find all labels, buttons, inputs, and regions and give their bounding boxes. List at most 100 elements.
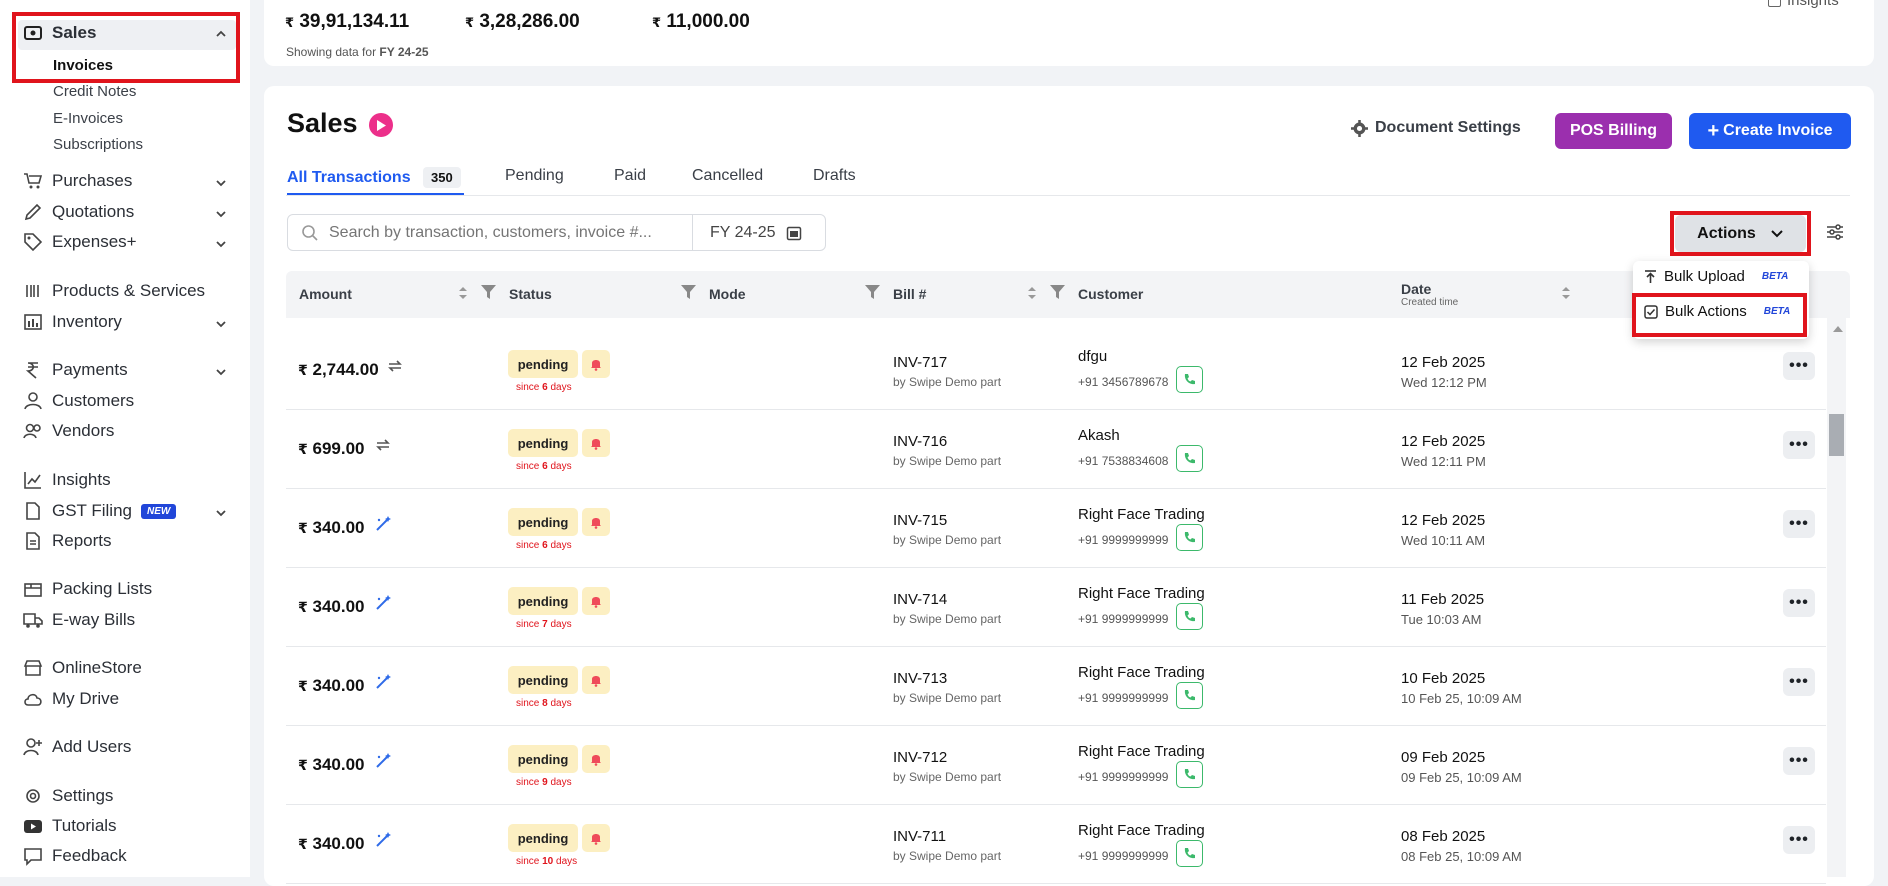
bill-number[interactable]: INV-713: [893, 670, 947, 687]
sidebar-item-quotations[interactable]: Quotations: [22, 201, 134, 223]
phone-icon[interactable]: [1176, 603, 1203, 630]
column-header-customer[interactable]: Customer: [1078, 286, 1143, 302]
column-header-amount[interactable]: Amount: [299, 286, 352, 302]
sort-icon[interactable]: [458, 285, 468, 301]
sidebar-item-gst-filing[interactable]: GST Filing NEW: [22, 500, 177, 522]
tab-paid[interactable]: Paid: [614, 167, 646, 185]
sidebar-item-feedback[interactable]: Feedback: [22, 845, 127, 867]
filter-icon[interactable]: [1050, 285, 1065, 299]
sidebar-item-my-drive[interactable]: My Drive: [22, 688, 119, 710]
table-row[interactable]: ₹ 699.00 pending since 6 days INV-716 by…: [286, 410, 1826, 489]
sidebar-item-settings[interactable]: Settings: [22, 785, 113, 807]
bell-icon[interactable]: [582, 508, 610, 536]
sidebar-sub-e-invoices[interactable]: E-Invoices: [53, 110, 123, 127]
fy-selector[interactable]: FY 24-25: [692, 214, 826, 251]
sidebar-item-vendors[interactable]: Vendors: [22, 420, 114, 442]
table-row[interactable]: ₹ 340.00 pending since 10 days INV-711 b…: [286, 805, 1826, 884]
sidebar-sub-subscriptions[interactable]: Subscriptions: [53, 136, 143, 153]
play-icon[interactable]: [369, 113, 393, 137]
pos-billing-button[interactable]: POS Billing: [1555, 113, 1672, 149]
table-row[interactable]: ₹ 340.00 pending since 9 days INV-712 by…: [286, 726, 1826, 805]
actions-button[interactable]: Actions: [1675, 215, 1806, 252]
bell-icon[interactable]: [582, 745, 610, 773]
sidebar-sub-invoices[interactable]: Invoices: [53, 57, 113, 74]
bill-number[interactable]: INV-712: [893, 749, 947, 766]
phone-icon[interactable]: [1176, 366, 1203, 393]
scrollbar-thumb[interactable]: [1829, 414, 1844, 456]
sidebar-item-expenses[interactable]: Expenses+: [22, 231, 137, 253]
sidebar-item-products-services[interactable]: Products & Services: [22, 280, 205, 302]
filter-icon[interactable]: [481, 285, 496, 299]
more-options-button[interactable]: •••: [1783, 826, 1815, 854]
sidebar-item-onlinestore[interactable]: OnlineStore: [22, 657, 142, 679]
chevron-down-icon[interactable]: [214, 317, 228, 331]
table-row[interactable]: ₹ 2,744.00 pending since 6 days INV-717 …: [286, 331, 1826, 410]
more-options-button[interactable]: •••: [1783, 352, 1815, 380]
phone-icon[interactable]: [1176, 840, 1203, 867]
chevron-up-icon[interactable]: [214, 27, 228, 41]
table-row[interactable]: ₹ 340.00 pending since 6 days INV-715 by…: [286, 489, 1826, 568]
tab-pending[interactable]: Pending: [505, 167, 564, 185]
sidebar-item-add-users[interactable]: Add Users: [22, 736, 131, 758]
sidebar-item-sales[interactable]: Sales: [22, 22, 96, 44]
column-header-status[interactable]: Status: [509, 286, 552, 302]
phone-icon[interactable]: [1176, 524, 1203, 551]
sidebar-item-inventory[interactable]: Inventory: [22, 311, 122, 333]
insights-link[interactable]: Insights: [1768, 0, 1839, 9]
bill-number[interactable]: INV-715: [893, 512, 947, 529]
more-options-button[interactable]: •••: [1783, 589, 1815, 617]
bell-icon[interactable]: [582, 350, 610, 378]
more-options-button[interactable]: •••: [1783, 431, 1815, 459]
search-box[interactable]: [287, 214, 693, 251]
more-options-button[interactable]: •••: [1783, 510, 1815, 538]
tab-cancelled[interactable]: Cancelled: [692, 167, 763, 185]
create-invoice-button[interactable]: + Create Invoice: [1689, 113, 1851, 149]
chevron-down-icon[interactable]: [214, 506, 228, 520]
tab-drafts[interactable]: Drafts: [813, 167, 856, 185]
column-header-mode[interactable]: Mode: [709, 286, 746, 302]
menu-item-bulk-actions[interactable]: Bulk Actions BETA: [1644, 303, 1790, 320]
sort-icon[interactable]: [1561, 285, 1571, 301]
column-header-date[interactable]: Date: [1401, 281, 1431, 297]
chevron-down-icon[interactable]: [214, 365, 228, 379]
sidebar-item-tutorials[interactable]: Tutorials: [22, 815, 117, 837]
sidebar-item-purchases[interactable]: Purchases: [22, 170, 132, 192]
bell-icon[interactable]: [582, 824, 610, 852]
column-settings-icon[interactable]: [1826, 223, 1844, 241]
chevron-down-icon[interactable]: [214, 207, 228, 221]
chevron-down-icon[interactable]: [214, 176, 228, 190]
filter-icon[interactable]: [681, 285, 696, 299]
bell-icon[interactable]: [582, 429, 610, 457]
customer-name[interactable]: Akash: [1078, 427, 1120, 444]
bill-number[interactable]: INV-717: [893, 354, 947, 371]
bill-number[interactable]: INV-714: [893, 591, 947, 608]
customer-name[interactable]: dfgu: [1078, 348, 1107, 365]
bill-number[interactable]: INV-711: [893, 828, 946, 845]
chevron-down-icon[interactable]: [214, 237, 228, 251]
sidebar-item-customers[interactable]: Customers: [22, 390, 134, 412]
phone-icon[interactable]: [1176, 445, 1203, 472]
bell-icon[interactable]: [582, 666, 610, 694]
phone-icon[interactable]: [1176, 682, 1203, 709]
sidebar-item-reports[interactable]: Reports: [22, 530, 112, 552]
scrollbar-track[interactable]: [1827, 318, 1846, 877]
table-row[interactable]: ₹ 340.00 pending since 8 days INV-713 by…: [286, 647, 1826, 726]
document-settings-button[interactable]: Document Settings: [1351, 119, 1521, 137]
phone-icon[interactable]: [1176, 761, 1203, 788]
sidebar-item-e-way-bills[interactable]: E-way Bills: [22, 609, 135, 631]
customer-name[interactable]: Right Face Trading: [1078, 506, 1205, 523]
sidebar-sub-credit-notes[interactable]: Credit Notes: [53, 83, 136, 100]
column-header-bill[interactable]: Bill #: [893, 286, 926, 302]
customer-name[interactable]: Right Face Trading: [1078, 664, 1205, 681]
more-options-button[interactable]: •••: [1783, 668, 1815, 696]
sidebar-item-insights[interactable]: Insights: [22, 469, 111, 491]
sidebar-item-payments[interactable]: Payments: [22, 359, 128, 381]
search-input[interactable]: [329, 223, 679, 242]
filter-icon[interactable]: [865, 285, 880, 299]
customer-name[interactable]: Right Face Trading: [1078, 822, 1205, 839]
customer-name[interactable]: Right Face Trading: [1078, 585, 1205, 602]
table-row[interactable]: ₹ 340.00 pending since 7 days INV-714 by…: [286, 568, 1826, 647]
tab-all-transactions[interactable]: All Transactions 350: [287, 167, 461, 188]
sidebar-item-packing-lists[interactable]: Packing Lists: [22, 578, 152, 600]
bell-icon[interactable]: [582, 587, 610, 615]
